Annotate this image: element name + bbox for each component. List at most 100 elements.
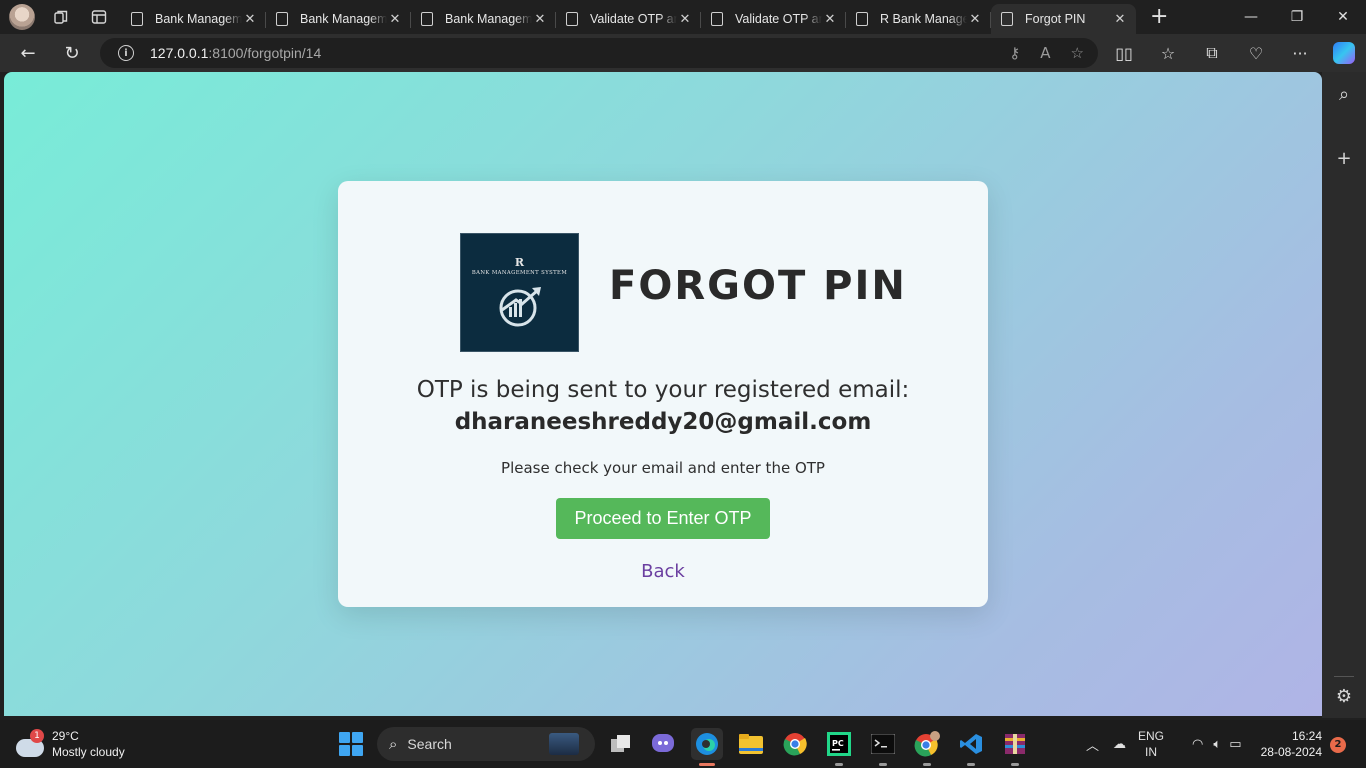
- close-tab-icon[interactable]: ✕: [387, 12, 403, 27]
- toolbar-actions: ▯▯ ☆ ⧉ ♡ ···: [1102, 34, 1366, 72]
- wifi-icon[interactable]: ◠: [1192, 737, 1203, 752]
- winrar-icon[interactable]: [999, 728, 1031, 766]
- tab-title: Forgot PIN: [1025, 12, 1086, 26]
- search-icon[interactable]: ⌕: [1322, 84, 1366, 105]
- edge-browser-icon[interactable]: [691, 728, 723, 766]
- weather-condition: Mostly cloudy: [52, 745, 125, 759]
- tab-list: Bank Management System ✕ Bank Management…: [121, 0, 1136, 34]
- forgot-pin-card: R BANK MANAGEMENT SYSTEM FORGOT PIN OTP …: [338, 181, 988, 607]
- logo-text: BANK MANAGEMENT SYSTEM: [471, 270, 568, 276]
- add-sidebar-icon[interactable]: +: [1322, 148, 1366, 169]
- onedrive-cloud-icon[interactable]: ☁: [1113, 737, 1126, 752]
- cloud-icon: 1: [16, 729, 44, 757]
- otp-sent-message: OTP is being sent to your registered ema…: [416, 377, 910, 403]
- time: 16:24: [1291, 729, 1322, 743]
- tab-validate-otp-1[interactable]: Validate OTP and Reset PIN ✕: [556, 4, 701, 34]
- close-window-button[interactable]: ✕: [1320, 0, 1366, 34]
- page-icon: [276, 12, 288, 26]
- sidebar-divider: [1334, 676, 1354, 677]
- search-label: Search: [407, 736, 452, 752]
- tab-validate-otp-2[interactable]: Validate OTP and Reset PIN ✕: [701, 4, 846, 34]
- battery-icon[interactable]: ▭: [1229, 737, 1241, 752]
- tab-forgot-pin[interactable]: Forgot PIN ✕: [991, 4, 1136, 34]
- close-tab-icon[interactable]: ✕: [822, 12, 838, 27]
- window-controls: — ❐ ✕: [1228, 0, 1366, 34]
- collections-icon[interactable]: ⧉: [1190, 43, 1234, 63]
- close-tab-icon[interactable]: ✕: [242, 12, 258, 27]
- tab-r-bank-management[interactable]: R Bank Management System ✕: [846, 4, 991, 34]
- site-info-icon[interactable]: i: [118, 45, 134, 61]
- taskbar-search[interactable]: ⌕ Search: [377, 727, 595, 761]
- browser-sidebar: ⌕ + ⚙: [1322, 72, 1366, 718]
- copilot-icon[interactable]: [1322, 42, 1366, 64]
- clock[interactable]: 16:24 28-08-2024: [1254, 728, 1322, 760]
- weather-widget[interactable]: 1 29°C Mostly cloudy: [16, 728, 125, 760]
- page-icon: [856, 12, 868, 26]
- browser-essentials-icon[interactable]: ♡: [1234, 44, 1278, 63]
- tab-title: Validate OTP and Reset PIN: [735, 12, 822, 26]
- date: 28-08-2024: [1260, 745, 1322, 759]
- key-icon[interactable]: ⚷: [1009, 44, 1020, 62]
- close-tab-icon[interactable]: ✕: [967, 12, 983, 27]
- weather-badge: 1: [30, 729, 44, 743]
- close-tab-icon[interactable]: ✕: [532, 12, 548, 27]
- tab-title: R Bank Management System: [880, 12, 967, 26]
- profile-avatar[interactable]: [9, 4, 35, 30]
- chrome-profile-icon[interactable]: [911, 728, 943, 766]
- workspaces-icon[interactable]: [49, 5, 73, 29]
- windows-start-icon[interactable]: [339, 732, 363, 756]
- windows-taskbar: 1 29°C Mostly cloudy ⌕ Search PC ︿ ☁ ENG…: [0, 720, 1366, 768]
- page-icon: [1001, 12, 1013, 26]
- input-language[interactable]: ENG IN: [1138, 728, 1164, 760]
- tab-actions-icon[interactable]: [87, 5, 111, 29]
- file-explorer-icon[interactable]: [735, 728, 767, 760]
- new-tab-button[interactable]: +: [1150, 2, 1168, 32]
- tab-bank-management-3[interactable]: Bank Management System ✕: [411, 4, 556, 34]
- region-code: IN: [1145, 745, 1158, 759]
- refresh-icon[interactable]: ↻: [54, 38, 90, 68]
- page-viewport: R BANK MANAGEMENT SYSTEM FORGOT PIN OTP …: [4, 72, 1322, 716]
- vscode-icon[interactable]: [955, 728, 987, 766]
- more-options-icon[interactable]: ···: [1278, 44, 1322, 63]
- favorites-icon[interactable]: ☆: [1146, 44, 1190, 63]
- search-highlight-image: [549, 733, 579, 755]
- close-tab-icon[interactable]: ✕: [1112, 12, 1128, 27]
- tab-title: Bank Management System: [445, 12, 532, 26]
- address-bar-actions: ⚷ A ☆: [1009, 44, 1084, 62]
- back-link[interactable]: Back: [338, 561, 988, 582]
- volume-icon[interactable]: 🔈︎: [1213, 737, 1221, 752]
- registered-email: dharaneeshreddy20@gmail.com: [454, 409, 872, 435]
- show-hidden-icons-chevron-icon[interactable]: ︿: [1086, 735, 1099, 754]
- back-icon[interactable]: ←: [10, 38, 46, 68]
- favorite-star-icon[interactable]: ☆: [1071, 44, 1084, 62]
- task-view-icon[interactable]: [605, 728, 637, 760]
- split-screen-icon[interactable]: ▯▯: [1102, 44, 1146, 63]
- svg-text:PC: PC: [832, 739, 844, 748]
- chrome-icon[interactable]: [779, 728, 811, 760]
- temperature: 29°C: [52, 729, 79, 743]
- logo-letter: R: [514, 256, 525, 269]
- tab-title: Bank Management System: [300, 12, 387, 26]
- system-tray: ︿ ☁ ENG IN ◠ 🔈︎ ▭: [1086, 720, 1241, 768]
- url-text[interactable]: 127.0.0.1:8100/forgotpin/14: [150, 45, 321, 61]
- restore-button[interactable]: ❐: [1274, 0, 1320, 34]
- growth-chart-icon: [499, 287, 541, 327]
- close-tab-icon[interactable]: ✕: [677, 12, 693, 27]
- terminal-icon[interactable]: [867, 728, 899, 766]
- tab-bank-management-1[interactable]: Bank Management System ✕: [121, 4, 266, 34]
- address-bar[interactable]: i 127.0.0.1:8100/forgotpin/14 ⚷ A ☆: [100, 38, 1098, 68]
- proceed-to-otp-button[interactable]: Proceed to Enter OTP: [556, 498, 770, 539]
- minimize-button[interactable]: —: [1228, 0, 1274, 34]
- tab-title: Bank Management System: [155, 12, 242, 26]
- tab-bank-management-2[interactable]: Bank Management System ✕: [266, 4, 411, 34]
- page-icon: [421, 12, 433, 26]
- read-aloud-icon[interactable]: A: [1040, 44, 1050, 62]
- bank-logo: R BANK MANAGEMENT SYSTEM: [460, 233, 579, 352]
- settings-gear-icon[interactable]: ⚙: [1322, 686, 1366, 707]
- notification-badge[interactable]: 2: [1330, 737, 1346, 753]
- navigation-bar: ← ↻ i 127.0.0.1:8100/forgotpin/14 ⚷ A ☆ …: [0, 34, 1366, 72]
- search-icon: ⌕: [389, 735, 398, 753]
- pycharm-icon[interactable]: PC: [823, 728, 855, 766]
- meet-chat-icon[interactable]: [647, 728, 679, 760]
- tab-title: Validate OTP and Reset PIN: [590, 12, 677, 26]
